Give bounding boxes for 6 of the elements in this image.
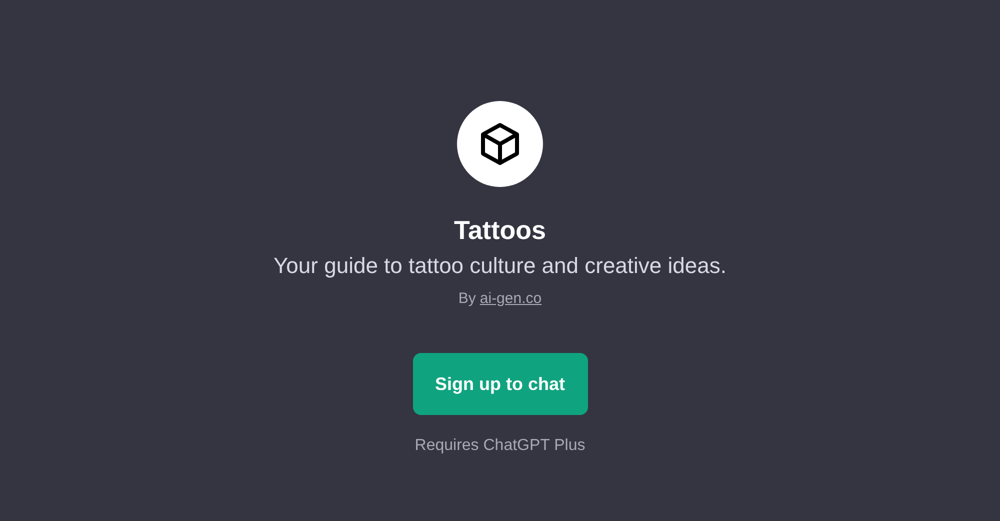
author-label: By xyxy=(458,289,476,309)
signup-button[interactable]: Sign up to chat xyxy=(412,353,588,415)
gpt-description: Your guide to tattoo culture and creative ideas. xyxy=(274,252,726,280)
gpt-title: Tattoos xyxy=(454,214,546,246)
author-link[interactable]: ai-gen.co xyxy=(480,289,542,309)
requirement-note: Requires ChatGPT Plus xyxy=(414,436,586,456)
